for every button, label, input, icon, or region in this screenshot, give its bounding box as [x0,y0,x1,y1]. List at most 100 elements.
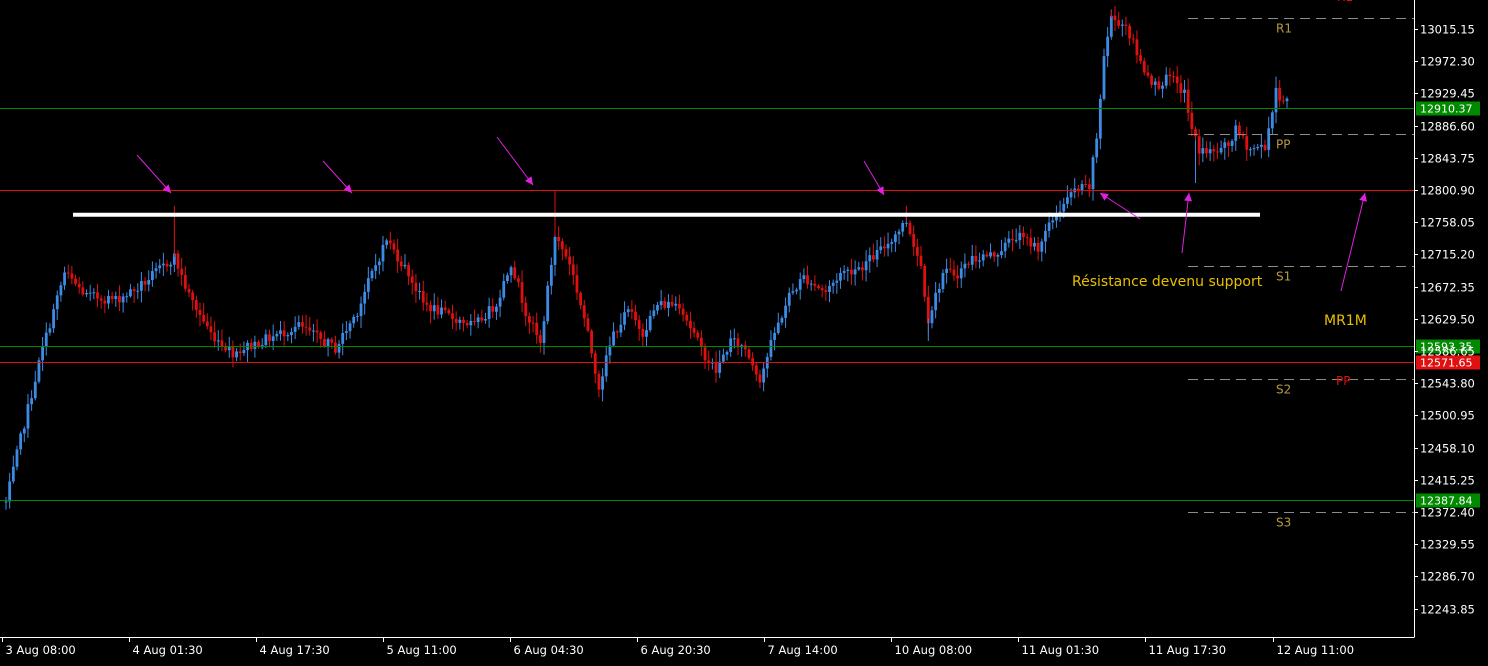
candle-body [817,285,820,289]
candle-body [648,315,652,331]
candle-body [1190,112,1194,130]
candle-body [55,295,59,310]
candle-body [440,307,443,315]
candle-body [703,347,707,361]
candle-body [517,278,520,283]
candle-body [696,332,700,338]
candle-body [176,253,180,269]
candle-body [22,428,26,434]
candle-body [923,265,927,297]
time-tick-label: 4 Aug 01:30 [133,643,203,657]
candle-body [1080,183,1084,191]
candle-body [1157,81,1161,89]
candle-body [1281,100,1285,102]
candle-body [187,288,191,293]
candle-body [623,312,626,325]
candle-body [495,306,498,312]
candle-body [908,222,912,235]
candle-body [26,404,30,429]
candle-body [689,320,692,329]
candle-body [48,328,52,333]
candle-body [476,317,480,322]
candle-body [202,314,206,322]
time-tick-label: 4 Aug 17:30 [260,643,330,657]
candle-body [930,310,934,324]
price-tick-label: 12758.05 [1420,216,1475,230]
candle-body [421,290,425,303]
candle-body [352,316,356,324]
candle-body [904,222,908,224]
candle-body [403,264,407,267]
candle-body [506,275,509,282]
candle-body [11,466,15,482]
candle-body [564,249,568,257]
candle-body [732,338,736,340]
candle-body [912,234,916,247]
candle-body [1256,146,1260,149]
candle-body [831,282,835,286]
candle-body [1098,98,1102,139]
candle-body [996,255,1000,257]
candle-body [66,272,70,274]
candle-body [952,269,956,276]
candle-body [795,289,798,292]
candle-body [637,320,641,329]
candle-body [88,292,92,294]
candle-body [846,269,850,271]
candle-body [857,267,861,270]
candle-body [978,260,981,262]
candle-body [970,256,974,265]
candle-body [301,322,304,327]
candle-body [103,300,107,304]
candle-body [1142,60,1146,73]
candle-body [286,335,290,337]
candle-body [169,264,173,267]
candle-body [1022,232,1025,238]
candle-body [191,292,195,301]
candle-body [275,333,279,337]
candle-body [121,296,125,303]
candle-body [480,317,484,321]
candle-body [158,265,162,269]
candle-body [714,362,718,373]
candle-body [432,305,436,312]
candle-body [1252,148,1256,150]
candle-body [1194,129,1197,137]
candle-body [1249,149,1252,151]
candle-body [154,268,158,272]
candle-body [473,320,476,322]
candle-body [392,243,396,250]
candle-body [1267,128,1271,150]
price-axis: 13015.15 12972.30 12929.45 12886.60 12843.75… [1414,0,1475,637]
candle-body [429,304,432,312]
candle-body [183,274,187,289]
price-tick-label: 13015.15 [1420,23,1475,37]
candle-body [1153,81,1157,85]
candle-body [334,342,337,353]
candle-body [399,261,403,267]
candle-body [198,309,202,315]
candle-body [1219,147,1223,153]
candle-body [74,278,77,284]
time-tick-label: 11 Aug 01:30 [1022,643,1100,657]
candle-body [535,322,539,336]
candle-body [355,316,359,318]
candle-body [1113,15,1117,21]
candle-body [875,250,879,260]
candle-body [271,336,275,341]
price-tick-label: 12286.70 [1420,570,1475,584]
candle-body [773,332,776,340]
candle-body [487,306,491,320]
candle-body [582,305,586,319]
candle-body [575,275,579,293]
candle-body [527,316,531,323]
candle-body [180,268,184,275]
candle-body [992,252,996,257]
candle-body [1062,203,1066,212]
candle-body [718,361,722,373]
candle-body [806,275,809,285]
candle-body [641,328,645,337]
candle-body [1087,184,1091,190]
candle-body [513,267,517,279]
candle-body [315,330,319,333]
